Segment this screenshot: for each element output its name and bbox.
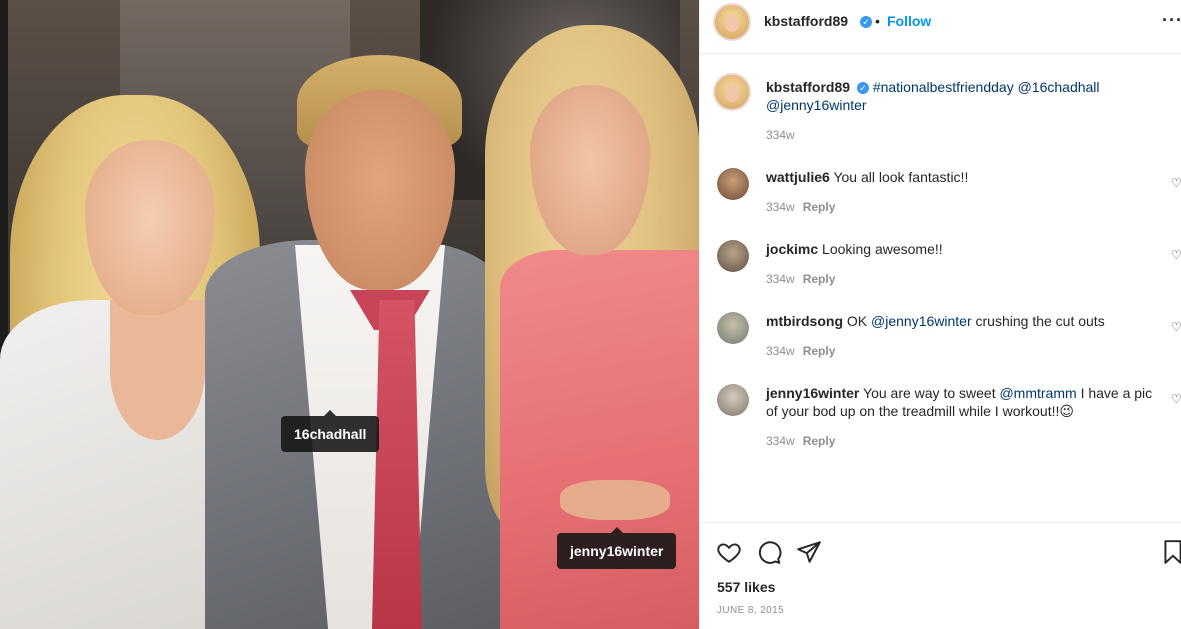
avatar-face — [725, 84, 739, 102]
comment-text: crushing the cut outs — [975, 313, 1105, 329]
caption-time: 334w — [766, 128, 795, 142]
timestamp[interactable]: 334w — [766, 434, 795, 448]
comment-text: Looking awesome!! — [822, 241, 943, 257]
post-photo[interactable]: 16chadhall jenny16winter — [0, 0, 699, 629]
person-center-tie — [372, 300, 422, 629]
comment: mtbirdsong OK @jenny16winter crushing th… — [766, 312, 1156, 330]
comment-meta: 334w Reply — [766, 344, 835, 358]
comment-avatar[interactable] — [717, 384, 749, 416]
comment-username[interactable]: wattjulie6 — [766, 169, 830, 185]
person-right-dress-cutout — [560, 480, 670, 520]
comment-username[interactable]: jenny16winter — [766, 385, 859, 401]
avatar[interactable] — [713, 3, 751, 41]
mention-link[interactable]: @jenny16winter — [766, 97, 867, 113]
caption-username[interactable]: kbstafford89 — [766, 79, 850, 95]
header-username[interactable]: kbstafford89 — [764, 13, 848, 29]
more-options-icon[interactable]: ··· — [1162, 10, 1181, 31]
caption-avatar[interactable] — [713, 73, 751, 111]
comment-username[interactable]: jockimc — [766, 241, 818, 257]
avatar-face — [725, 14, 739, 32]
comment: wattjulie6 You all look fantastic!! — [766, 168, 1156, 186]
separator-dot: • — [875, 13, 880, 29]
like-comment-heart-icon[interactable]: ♡ — [1171, 176, 1181, 190]
timestamp[interactable]: 334w — [766, 272, 795, 286]
comment-text: OK — [846, 313, 868, 329]
post-actions: 557 likes JUNE 8, 2015 — [700, 522, 1181, 629]
mention-link[interactable]: @mmtramm — [999, 385, 1076, 401]
comment-meta: 334w Reply — [766, 272, 835, 286]
heart-icon[interactable] — [716, 539, 742, 565]
timestamp[interactable]: 334w — [766, 128, 795, 142]
verified-icon: ✓ — [856, 82, 869, 95]
comment-text: You all look fantastic!! — [833, 169, 969, 185]
comment: jenny16winter You are way to sweet @mmtr… — [766, 384, 1156, 420]
post-sidebar: kbstafford89 ✓ • Follow ··· kbstafford89… — [699, 0, 1181, 629]
comment-avatar[interactable] — [717, 240, 749, 272]
likes-count[interactable]: 557 likes — [717, 579, 775, 595]
caption: kbstafford89 ✓ #nationalbestfriendday @1… — [766, 78, 1161, 114]
post-header: kbstafford89 ✓ • Follow ··· — [700, 0, 1181, 54]
reply-button[interactable]: Reply — [803, 200, 836, 214]
person-right-dress — [500, 250, 699, 629]
person-center-face — [305, 90, 455, 290]
comment-avatar[interactable] — [717, 312, 749, 344]
bookmark-icon[interactable] — [1160, 539, 1181, 565]
comment-username[interactable]: mtbirdsong — [766, 313, 843, 329]
timestamp[interactable]: 334w — [766, 344, 795, 358]
comment-icon[interactable] — [756, 539, 782, 565]
person-left-face — [85, 140, 215, 315]
mention-link[interactable]: @jenny16winter — [871, 313, 972, 329]
reply-button[interactable]: Reply — [803, 434, 836, 448]
like-comment-heart-icon[interactable]: ♡ — [1171, 320, 1181, 334]
user-tag-16chadhall[interactable]: 16chadhall — [281, 416, 380, 452]
comment: jockimc Looking awesome!! — [766, 240, 1156, 258]
comment-text: You are way to sweet — [863, 385, 996, 401]
like-comment-heart-icon[interactable]: ♡ — [1171, 248, 1181, 262]
comment-meta: 334w Reply — [766, 434, 835, 448]
verified-icon: ✓ — [860, 16, 872, 28]
follow-button[interactable]: Follow — [887, 13, 931, 29]
post-date[interactable]: JUNE 8, 2015 — [717, 605, 784, 616]
like-comment-heart-icon[interactable]: ♡ — [1171, 392, 1181, 406]
share-icon[interactable] — [796, 539, 822, 565]
reply-button[interactable]: Reply — [803, 344, 836, 358]
timestamp[interactable]: 334w — [766, 200, 795, 214]
user-tag-jenny16winter[interactable]: jenny16winter — [557, 533, 677, 569]
hashtag-link[interactable]: #nationalbestfriendday — [873, 79, 1014, 95]
person-left-skin — [110, 300, 205, 440]
comment-meta: 334w Reply — [766, 200, 835, 214]
mention-link[interactable]: @16chadhall — [1018, 79, 1100, 95]
comment-avatar[interactable] — [717, 168, 749, 200]
reply-button[interactable]: Reply — [803, 272, 836, 286]
